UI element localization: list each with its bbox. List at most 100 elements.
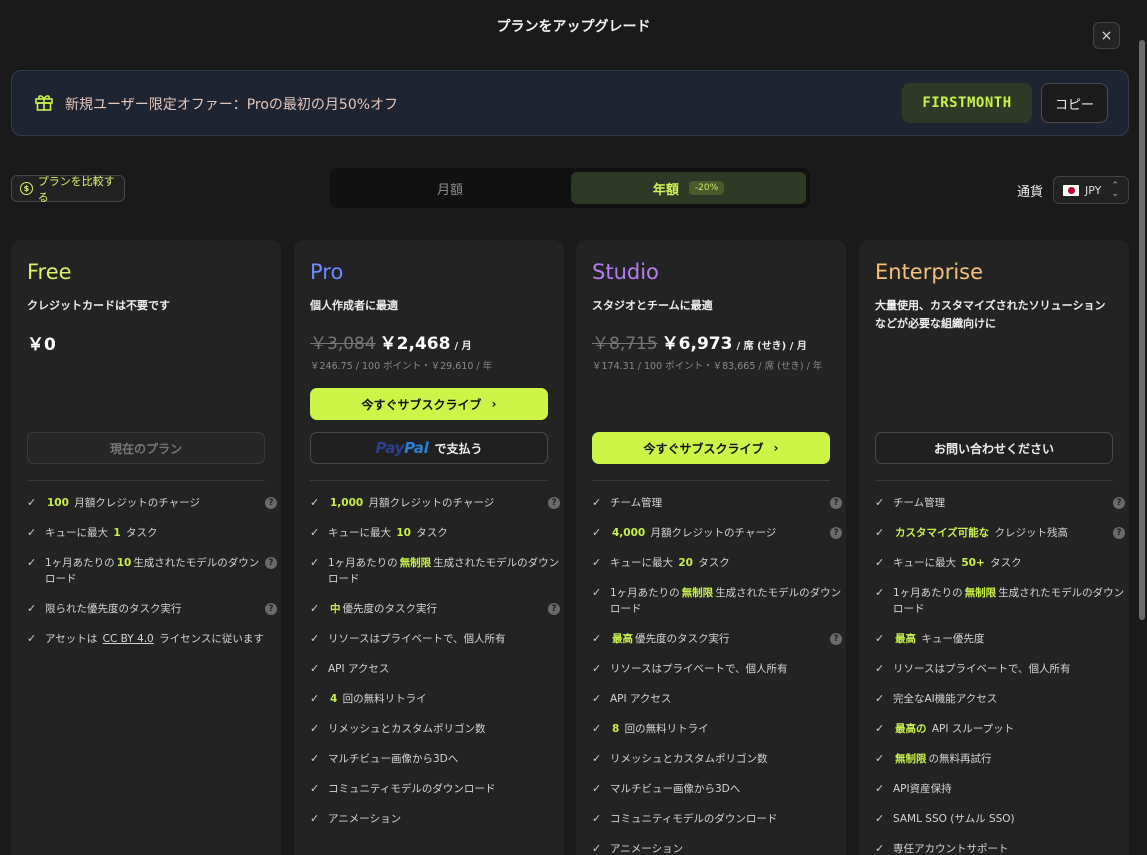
check-icon: ✓: [592, 752, 602, 765]
check-icon: ✓: [875, 632, 885, 645]
subscribe-button[interactable]: 今すぐサブスクライブ ›: [592, 432, 830, 464]
help-icon[interactable]: ?: [265, 603, 277, 615]
subscribe-button[interactable]: 今すぐサブスクライブ ›: [310, 388, 548, 420]
check-icon: ✓: [875, 556, 885, 569]
check-icon: ✓: [27, 496, 37, 509]
check-icon: ✓: [592, 692, 602, 705]
feature-list: ✓ チーム管理? ✓ カスタマイズ可能な クレジット残高? ✓ キューに最大 50+ タス…: [875, 495, 1125, 855]
feature-item: ✓ 限られた優先度のタスク実行?: [27, 601, 277, 617]
feature-text: リソースはプライベートで、個人所有: [328, 633, 506, 645]
billing-toggle: 月額 年額 -20%: [330, 168, 810, 208]
divider: [27, 480, 265, 481]
current-plan-button[interactable]: 現在のプラン: [27, 432, 265, 464]
check-icon: ✓: [310, 692, 320, 705]
subscribe-label: 今すぐサブスクライブ: [361, 397, 482, 412]
feature-text: API資産保持: [893, 783, 952, 795]
feature-text: チーム管理: [893, 497, 946, 509]
check-icon: ✓: [875, 752, 885, 765]
plan-name: Pro: [310, 260, 344, 284]
paypal-logo: PayPal: [375, 439, 429, 457]
feature-text: 8 回の無料リトライ: [612, 723, 709, 735]
compare-plans-button[interactable]: $ プランを比較する: [11, 175, 125, 204]
divider: [875, 480, 1113, 481]
feature-item: ✓ API アクセス: [310, 661, 560, 677]
plan-price: ￥0: [27, 335, 56, 355]
feature-text: アニメーション: [328, 813, 402, 825]
feature-item: ✓ 無制限 の無料再試行: [875, 751, 1125, 767]
check-icon: ✓: [310, 632, 320, 645]
scrollbar[interactable]: [1139, 40, 1145, 620]
feature-item: ✓ 最高 キュー優先度: [875, 631, 1125, 647]
plan-name: Studio: [592, 260, 659, 284]
help-icon[interactable]: ?: [265, 557, 277, 569]
discount-badge: -20%: [688, 181, 725, 195]
plan-price: ￥6,973: [661, 334, 733, 354]
feature-text: 完全なAI機能アクセス: [893, 693, 998, 705]
feature-text: 1ヶ月あたりの 10 生成されたモデルのダウンロード: [45, 557, 260, 585]
plan-name: Free: [27, 260, 72, 284]
plan-subtitle: 大量使用、カスタマイズされたソリューションなどが必要な組織向けに: [875, 299, 1106, 330]
feature-item: ✓ リメッシュとカスタムポリゴン数: [592, 751, 842, 767]
help-icon[interactable]: ?: [830, 633, 842, 645]
feature-text: 100 月額クレジットのチャージ: [47, 497, 200, 509]
feature-text: コミュニティモデルのダウンロード: [610, 813, 778, 825]
feature-item: ✓ 専任アカウントサポート: [875, 841, 1125, 855]
subscribe-label: 今すぐサブスクライブ: [643, 441, 764, 456]
check-icon: ✓: [592, 782, 602, 795]
feature-text: キューに最大 20 タスク: [610, 557, 730, 569]
check-icon: ✓: [875, 812, 885, 825]
price-detail: ￥246.75 / 100 ポイント・￥29,610 / 年: [310, 361, 493, 372]
check-icon: ✓: [592, 842, 602, 855]
feature-item: ✓ リソースはプライベートで、個人所有: [875, 661, 1125, 677]
feature-text: リソースはプライベートで、個人所有: [893, 663, 1071, 675]
help-icon[interactable]: ?: [1113, 527, 1125, 539]
billing-yearly-tab[interactable]: 年額 -20%: [571, 172, 806, 204]
chevron-right-icon: ›: [773, 441, 779, 455]
paypal-button[interactable]: PayPal で支払う: [310, 432, 548, 464]
feature-item: ✓ マルチビュー画像から3Dへ: [310, 751, 560, 767]
feature-item: ✓ 4,000 月額クレジットのチャージ?: [592, 525, 842, 541]
check-icon: ✓: [310, 526, 320, 539]
promo-code[interactable]: FIRSTMONTH: [902, 83, 1032, 123]
currency-select[interactable]: JPY ⌃ ⌄: [1053, 176, 1129, 204]
check-icon: ✓: [875, 722, 885, 735]
copy-button[interactable]: コピー: [1041, 83, 1108, 123]
promo-banner: 新規ユーザー限定オファー：Proの最初の月50%オフ FIRSTMONTH コピ…: [11, 70, 1129, 136]
feature-text: API アクセス: [328, 663, 390, 675]
check-icon: ✓: [875, 496, 885, 509]
original-price: ￥8,715: [592, 334, 658, 354]
help-icon[interactable]: ?: [548, 497, 560, 509]
help-icon[interactable]: ?: [265, 497, 277, 509]
check-icon: ✓: [592, 662, 602, 675]
check-icon: ✓: [27, 632, 37, 645]
feature-item: ✓ リソースはプライベートで、個人所有: [310, 631, 560, 647]
plan-card-enterprise: Enterprise 大量使用、カスタマイズされたソリューションなどが必要な組織…: [859, 240, 1129, 855]
check-icon: ✓: [27, 556, 37, 569]
check-icon: ✓: [592, 632, 602, 645]
help-icon[interactable]: ?: [830, 527, 842, 539]
chevron-updown-icon: ⌃ ⌄: [1111, 181, 1119, 199]
feature-item: ✓ 1ヶ月あたりの 無制限 生成されたモデルのダウンロード: [310, 555, 560, 587]
check-icon: ✓: [310, 782, 320, 795]
price-period: / 月: [454, 341, 472, 352]
feature-item: ✓ 4 回の無料リトライ: [310, 691, 560, 707]
feature-item: ✓ キューに最大 20 タスク: [592, 555, 842, 571]
feature-item: ✓ 完全なAI機能アクセス: [875, 691, 1125, 707]
check-icon: ✓: [875, 526, 885, 539]
billing-monthly-tab[interactable]: 月額: [330, 168, 570, 208]
promo-message: 新規ユーザー限定オファー：Proの最初の月50%オフ: [65, 97, 399, 113]
check-icon: ✓: [875, 782, 885, 795]
check-icon: ✓: [592, 722, 602, 735]
help-icon[interactable]: ?: [548, 603, 560, 615]
contact-us-button[interactable]: お問い合わせください: [875, 432, 1113, 464]
feature-text: アセットは CC BY 4.0 ライセンスに従います: [45, 633, 264, 645]
check-icon: ✓: [310, 556, 320, 569]
check-icon: ✓: [592, 556, 602, 569]
feature-text: API アクセス: [610, 693, 672, 705]
check-icon: ✓: [875, 586, 885, 599]
feature-text: 4,000 月額クレジットのチャージ: [612, 527, 777, 539]
feature-item: ✓ キューに最大 50+ タスク: [875, 555, 1125, 571]
help-icon[interactable]: ?: [830, 497, 842, 509]
help-icon[interactable]: ?: [1113, 497, 1125, 509]
close-button[interactable]: ×: [1093, 22, 1120, 49]
